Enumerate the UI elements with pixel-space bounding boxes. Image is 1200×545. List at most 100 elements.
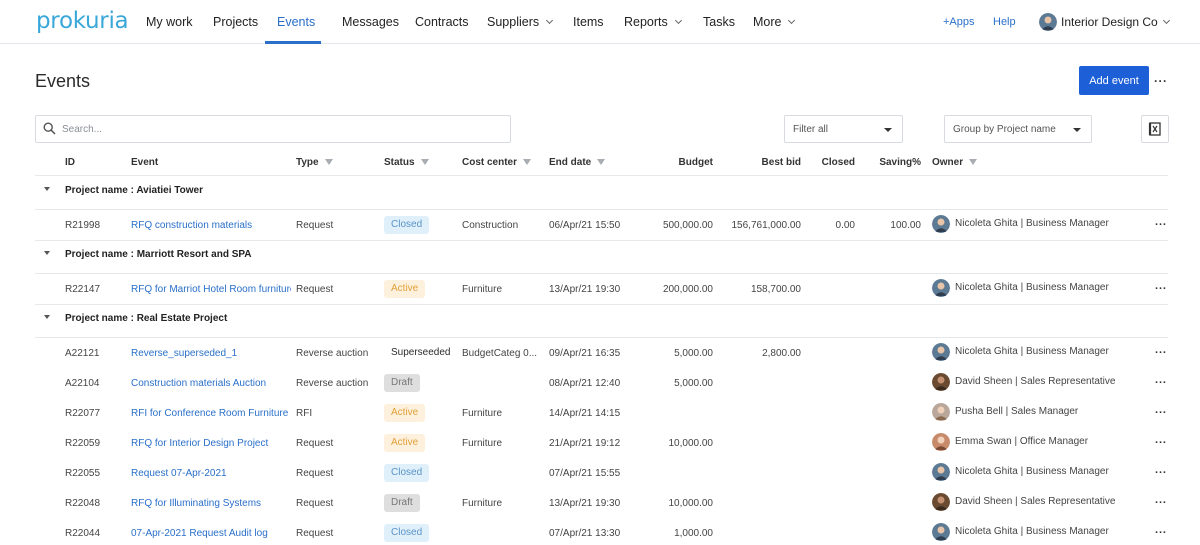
- filter-funnel-icon[interactable]: [420, 159, 429, 165]
- column-header-cost-center-label: Cost center: [462, 157, 518, 168]
- row-actions-ellipsis-icon[interactable]: ···: [1155, 219, 1167, 231]
- group-header[interactable]: Project name : Marriott Resort and SPA: [0, 240, 1200, 270]
- nav-reports[interactable]: Reports: [624, 15, 682, 29]
- filter-funnel-icon[interactable]: [597, 159, 606, 165]
- column-header-owner[interactable]: Owner: [932, 157, 978, 168]
- cell-end-date: 13/Apr/21 19:30: [549, 498, 621, 509]
- cell-event-link[interactable]: Request 07-Apr-2021: [131, 468, 291, 479]
- filter-funnel-icon[interactable]: [969, 159, 978, 165]
- table-row[interactable]: A22121 Reverse_superseded_1 Reverse auctio…: [0, 338, 1200, 368]
- row-actions-ellipsis-icon[interactable]: ···: [1155, 437, 1167, 449]
- owner-avatar: [932, 373, 950, 391]
- row-actions-ellipsis-icon[interactable]: ···: [1155, 407, 1167, 419]
- status-badge: Superseeded: [391, 347, 451, 358]
- nav-contracts[interactable]: Contracts: [415, 15, 469, 29]
- row-actions-ellipsis-icon[interactable]: ···: [1155, 467, 1167, 479]
- nav-more[interactable]: More: [753, 15, 796, 29]
- table-row[interactable]: R22055 Request 07-Apr-2021 Request 07/Apr/2…: [0, 458, 1200, 488]
- row-actions-ellipsis-icon[interactable]: ···: [1155, 527, 1167, 539]
- cell-cost-center: Furniture: [462, 408, 503, 419]
- cell-event-link[interactable]: RFQ for Interior Design Project: [131, 438, 291, 449]
- table-row[interactable]: R21998 RFQ construction materials Request C…: [0, 210, 1200, 240]
- group-by-select[interactable]: Group by Project name: [944, 115, 1092, 143]
- status-badge: Active: [384, 280, 426, 298]
- chevron-down-icon: [1162, 16, 1170, 25]
- column-header-best-bid[interactable]: Best bid: [720, 157, 801, 168]
- table-row[interactable]: A22104 Construction materials Auction Reve…: [0, 368, 1200, 398]
- table-row[interactable]: R22077 RFI for Conference Room Furniture R…: [0, 398, 1200, 428]
- cell-event-link[interactable]: RFI for Conference Room Furniture: [131, 408, 291, 419]
- table-row[interactable]: R22059 RFQ for Interior Design Project Req…: [0, 428, 1200, 458]
- cell-budget: 5,000.00: [674, 378, 713, 389]
- filter-funnel-icon[interactable]: [324, 159, 333, 165]
- cell-id: A22104: [65, 378, 100, 389]
- help-link[interactable]: Help: [993, 16, 1016, 28]
- nav-tasks[interactable]: Tasks: [703, 15, 735, 29]
- account-avatar[interactable]: [1039, 13, 1057, 31]
- account-menu[interactable]: Interior Design Co: [1061, 15, 1170, 29]
- column-header-status[interactable]: Status: [384, 157, 429, 168]
- chevron-down-icon: [788, 16, 796, 25]
- export-excel-button[interactable]: [1141, 115, 1169, 143]
- top-navigation: prokuria My work Projects Events Message…: [0, 0, 1200, 44]
- cell-event-link[interactable]: RFQ for Marriot Hotel Room furniture: [131, 284, 291, 295]
- column-header-end-date[interactable]: End date: [549, 157, 606, 168]
- prokuria-logo[interactable]: prokuria: [36, 8, 129, 34]
- column-header-closed[interactable]: Closed: [805, 157, 855, 168]
- cell-event-link[interactable]: RFQ construction materials: [131, 220, 291, 231]
- table-row[interactable]: R22048 RFQ for Illuminating Systems Reques…: [0, 488, 1200, 518]
- page-more-ellipsis-icon[interactable]: ···: [1154, 74, 1168, 88]
- nav-projects[interactable]: Projects: [213, 15, 258, 29]
- nav-items[interactable]: Items: [573, 15, 604, 29]
- group-label: Project name : Real Estate Project: [65, 313, 228, 324]
- nav-messages[interactable]: Messages: [342, 15, 399, 29]
- owner-name: Nicoleta Ghita | Business Manager: [955, 218, 1109, 229]
- owner-name: Nicoleta Ghita | Business Manager: [955, 346, 1109, 357]
- table-row[interactable]: R22044 07-Apr-2021 Request Audit log Reque…: [0, 518, 1200, 545]
- cell-event-link[interactable]: 07-Apr-2021 Request Audit log: [131, 528, 291, 539]
- cell-event-link[interactable]: Construction materials Auction: [131, 378, 291, 389]
- nav-my-work[interactable]: My work: [146, 15, 193, 29]
- row-actions-ellipsis-icon[interactable]: ···: [1155, 283, 1167, 295]
- column-header-budget[interactable]: Budget: [640, 157, 713, 168]
- nav-events[interactable]: Events: [277, 15, 315, 29]
- filter-funnel-icon[interactable]: [523, 159, 532, 165]
- collapse-caret-icon[interactable]: [44, 251, 50, 255]
- row-actions-ellipsis-icon[interactable]: ···: [1155, 347, 1167, 359]
- column-header-id[interactable]: ID: [65, 157, 75, 168]
- cell-cost-center: Furniture: [462, 438, 503, 449]
- cell-best-bid: 2,800.00: [762, 348, 801, 359]
- collapse-caret-icon[interactable]: [44, 315, 50, 319]
- collapse-caret-icon[interactable]: [44, 187, 50, 191]
- search-input[interactable]: [62, 121, 482, 137]
- owner-name: Nicoleta Ghita | Business Manager: [955, 466, 1109, 477]
- owner-avatar: [932, 215, 950, 233]
- cell-end-date: 07/Apr/21 15:55: [549, 468, 621, 479]
- column-header-owner-label: Owner: [932, 157, 964, 168]
- row-actions-ellipsis-icon[interactable]: ···: [1155, 497, 1167, 509]
- cell-event-link[interactable]: Reverse_superseded_1: [131, 348, 291, 359]
- cell-budget: 10,000.00: [668, 498, 714, 509]
- group-label: Project name : Marriott Resort and SPA: [65, 249, 252, 260]
- add-event-button[interactable]: Add event: [1079, 66, 1149, 95]
- column-header-cost-center[interactable]: Cost center: [462, 157, 532, 168]
- cell-type: Request: [296, 528, 334, 539]
- owner-avatar: [932, 433, 950, 451]
- group-header[interactable]: Project name : Aviatiei Tower: [0, 176, 1200, 206]
- table-row[interactable]: R22147 RFQ for Marriot Hotel Room furnitu…: [0, 274, 1200, 304]
- owner-avatar: [932, 403, 950, 421]
- owner-name: Pusha Bell | Sales Manager: [955, 406, 1079, 417]
- column-header-saving[interactable]: Saving%: [865, 157, 921, 168]
- row-actions-ellipsis-icon[interactable]: ···: [1155, 377, 1167, 389]
- filter-select[interactable]: Filter all: [784, 115, 903, 143]
- cell-event-link[interactable]: RFQ for Illuminating Systems: [131, 498, 291, 509]
- owner-avatar: [932, 493, 950, 511]
- column-header-type-label: Type: [296, 157, 319, 168]
- cell-id: R22048: [65, 498, 101, 509]
- column-header-type[interactable]: Type: [296, 157, 333, 168]
- nav-suppliers[interactable]: Suppliers: [487, 15, 554, 29]
- group-header[interactable]: Project name : Real Estate Project: [0, 304, 1200, 334]
- apps-link[interactable]: +Apps: [943, 16, 975, 28]
- cell-end-date: 14/Apr/21 14:15: [549, 408, 621, 419]
- column-header-event[interactable]: Event: [131, 157, 158, 168]
